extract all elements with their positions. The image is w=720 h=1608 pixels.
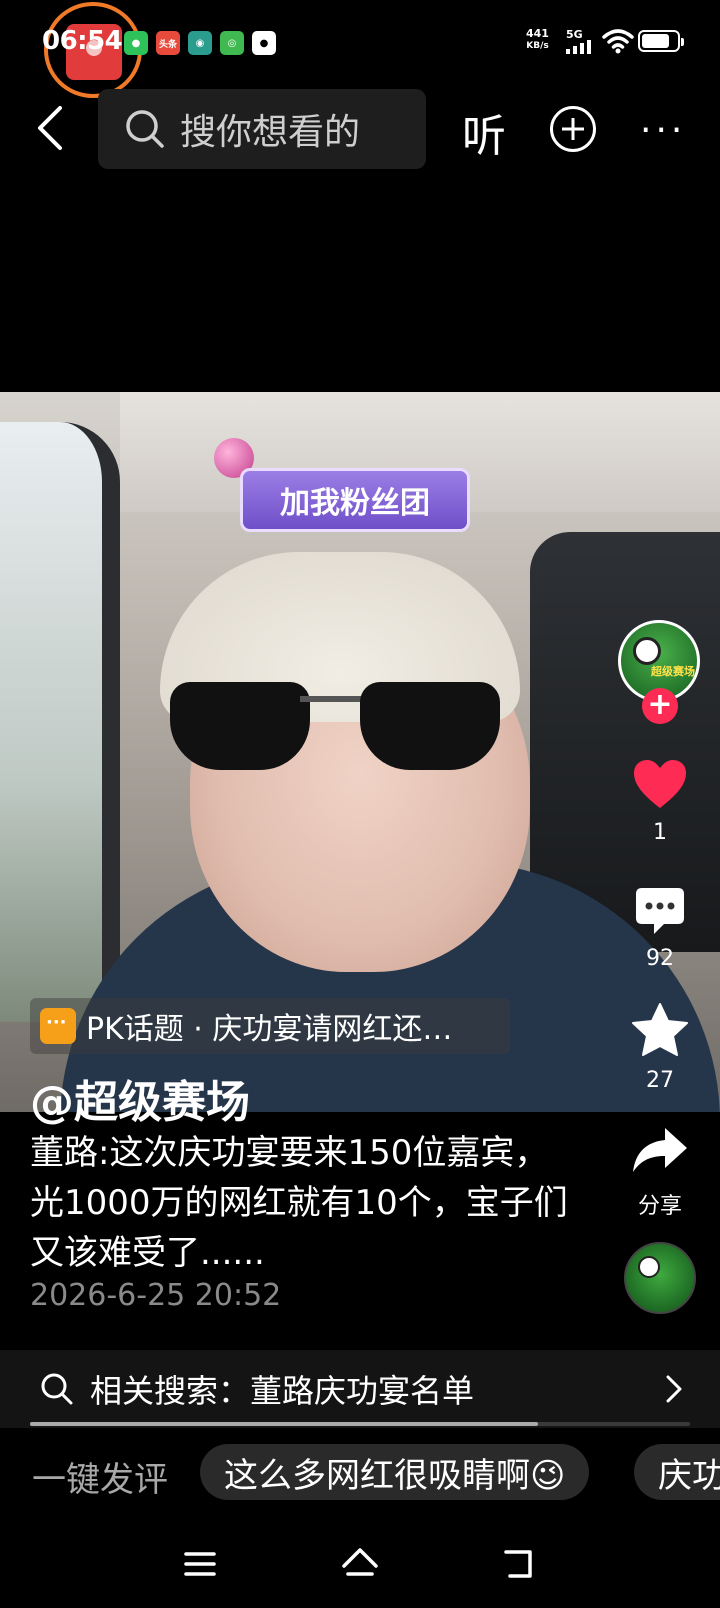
app-icon: ◎ — [220, 31, 244, 55]
comment-icon — [636, 888, 684, 934]
search-icon — [126, 110, 164, 148]
wechat-icon: ● — [124, 31, 148, 55]
follow-button[interactable]: + — [642, 688, 678, 724]
quick-comment-chip[interactable]: 庆功 — [634, 1444, 720, 1500]
video-window — [0, 422, 120, 1022]
topic-pill[interactable]: PK话题 · 庆功宴请网红还… — [30, 998, 510, 1054]
avatar-text: 超级赛场 — [651, 665, 695, 678]
search-input[interactable]: 搜你想看的 — [98, 89, 426, 169]
back-nav-icon[interactable] — [500, 1544, 540, 1584]
quick-comment-chip[interactable]: 这么多网红很吸睛啊😉 — [200, 1444, 590, 1500]
fan-club-sticker[interactable]: 加我粉丝团 — [240, 468, 470, 532]
status-time: 06:54 — [42, 26, 123, 56]
topic-text: PK话题 · 庆功宴请网红还… — [86, 1012, 453, 1047]
quick-comment-label: 一键发评 — [32, 1460, 168, 1500]
net-speed-value: 441 — [526, 27, 549, 40]
listen-button[interactable]: 听 — [462, 100, 506, 164]
notification-icons: ● 头条 ◉ ◎ ● — [124, 31, 276, 55]
status-bar: 06:54 ● 头条 ◉ ◎ ● 441 KB/s 5G — [0, 0, 720, 98]
back-button[interactable] — [32, 104, 72, 152]
search-icon — [41, 1373, 73, 1405]
favorite-count: 27 — [646, 1068, 674, 1093]
wifi-icon — [602, 29, 634, 54]
video-progress-bar[interactable] — [30, 1422, 690, 1426]
qq-icon: ● — [252, 31, 276, 55]
video-description: 董路:这次庆功宴要来150位嘉宾，光1000万的网红就有10个，宝子们又该难受了… — [30, 1133, 568, 1273]
share-label: 分享 — [637, 1194, 682, 1219]
add-icon[interactable] — [550, 106, 596, 152]
music-disc[interactable] — [624, 1242, 696, 1314]
chevron-right-icon — [666, 1375, 682, 1403]
related-search-text: 相关搜索：董路庆功宴名单 — [90, 1372, 475, 1410]
battery-icon — [638, 30, 684, 52]
heart-icon — [634, 760, 686, 808]
menu-icon[interactable] — [180, 1544, 220, 1584]
video-sunglasses — [170, 682, 520, 772]
app-icon: ◉ — [188, 31, 212, 55]
favorite-button[interactable]: 27 — [620, 1002, 700, 1093]
comment-button[interactable]: 92 — [620, 884, 700, 971]
star-icon — [632, 1003, 688, 1056]
post-timestamp: 2026-6-25 20:52 — [30, 1278, 282, 1313]
music-note-icon — [638, 1256, 660, 1278]
author-name[interactable]: @超级赛场 — [30, 1066, 250, 1130]
more-button[interactable]: ··· — [640, 110, 686, 151]
system-nav-bar — [0, 1528, 720, 1608]
signal-icon — [566, 40, 591, 54]
share-button[interactable]: 分享 — [620, 1126, 700, 1220]
comment-count: 92 — [646, 946, 674, 971]
net-speed: 441 KB/s — [526, 28, 549, 52]
like-button[interactable]: 1 — [620, 758, 700, 845]
net-speed-unit: KB/s — [526, 41, 549, 51]
topic-chat-icon — [40, 1008, 76, 1044]
like-count: 1 — [653, 820, 667, 845]
video-progress-fill — [30, 1422, 539, 1426]
related-search-bar[interactable]: 相关搜索：董路庆功宴名单 — [0, 1350, 720, 1428]
search-placeholder: 搜你想看的 — [180, 112, 361, 153]
toutiao-icon: 头条 — [156, 31, 180, 55]
share-icon — [633, 1128, 687, 1172]
home-icon[interactable] — [340, 1544, 380, 1584]
soccer-ball-icon — [633, 637, 661, 665]
